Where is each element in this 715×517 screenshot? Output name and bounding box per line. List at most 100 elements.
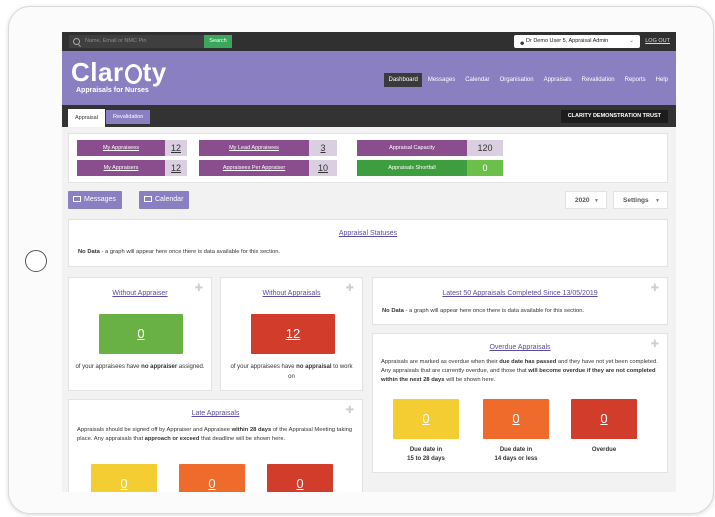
chevron-down-icon: ▼ bbox=[655, 198, 660, 204]
no-data-bold: No Data bbox=[382, 308, 404, 314]
stat-my-lead-appraisees[interactable]: My Lead Appraisees 3 bbox=[199, 140, 337, 156]
nav-help[interactable]: Help bbox=[652, 73, 672, 87]
move-icon[interactable]: ✚ bbox=[195, 284, 203, 294]
settings-select[interactable]: Settings ▼ bbox=[613, 191, 668, 209]
nav-messages[interactable]: Messages bbox=[424, 73, 459, 87]
nav-appraisals[interactable]: Appraisals bbox=[540, 73, 576, 87]
nav-dashboard[interactable]: Dashboard bbox=[384, 73, 422, 87]
latest-appraisals-title[interactable]: Latest 50 Appraisals Completed Since 13/… bbox=[373, 290, 667, 297]
year-select[interactable]: 2020 ▼ bbox=[565, 191, 607, 209]
latest-appraisals-card: Latest 50 Appraisals Completed Since 13/… bbox=[372, 277, 668, 325]
chevron-down-icon: ⌄ bbox=[628, 38, 634, 44]
without-appraiser-desc: of your appraisees have no appraiser ass… bbox=[75, 362, 205, 372]
stat-value: 12 bbox=[165, 160, 187, 176]
logo-tagline: Appraisals for Nurses bbox=[76, 87, 149, 94]
stat-my-appraisers[interactable]: My Appraisers 12 bbox=[77, 160, 187, 176]
no-data-bold: No Data bbox=[78, 249, 100, 255]
due-14-label: Due date in 14 days or less bbox=[473, 446, 559, 464]
without-appraiser-card: Without Appraiser ✚ 0 of your appraisees… bbox=[68, 277, 212, 391]
nav-calendar[interactable]: Calendar bbox=[461, 73, 493, 87]
logo-person-icon bbox=[124, 64, 142, 84]
tab-appraisal[interactable]: Appraisal bbox=[68, 109, 105, 127]
desc-text: Appraisals should be signed off by Appra… bbox=[77, 427, 232, 433]
late-appraisals-title[interactable]: Late Appraisals bbox=[69, 410, 362, 417]
desc-bold: no appraiser bbox=[141, 364, 178, 370]
no-data-text: - a graph will appear here once there is… bbox=[99, 249, 281, 255]
due-14-count[interactable]: 0 bbox=[483, 399, 549, 439]
late-box-3[interactable]: 0 bbox=[267, 464, 333, 492]
without-appraiser-count[interactable]: 0 bbox=[99, 314, 183, 354]
search-placeholder: Name, Email or NMC Pin bbox=[85, 38, 147, 44]
stat-label: Appraisals Shortfall bbox=[357, 160, 467, 176]
nav-organisation[interactable]: Organisation bbox=[496, 73, 538, 87]
tab-revalidation[interactable]: Revalidation bbox=[106, 110, 151, 124]
without-appraisals-desc: of your appraisees have no appraisal to … bbox=[227, 362, 356, 382]
calendar-button-label: Calendar bbox=[155, 196, 184, 203]
stat-value: 3 bbox=[309, 140, 337, 156]
stat-value: 0 bbox=[467, 160, 503, 176]
due-15-28-count[interactable]: 0 bbox=[393, 399, 459, 439]
no-data-text: - a graph will appear here once there is… bbox=[403, 308, 585, 314]
statuses-no-data: No Data - a graph will appear here once … bbox=[78, 249, 280, 255]
desc-text: of your appraisees have bbox=[75, 364, 142, 370]
stat-my-appraisees[interactable]: My Appraisees 12 bbox=[77, 140, 187, 156]
box-label-line: Overdue bbox=[591, 447, 617, 453]
chevron-down-icon: ▼ bbox=[594, 198, 599, 204]
overdue-appraisals-card: Overdue Appraisals ✚ Appraisals are mark… bbox=[372, 333, 668, 473]
stat-label: My Lead Appraisees bbox=[199, 140, 309, 156]
overdue-description: Appraisals are marked as overdue when th… bbox=[381, 358, 659, 385]
main-nav: Dashboard Messages Calendar Organisation… bbox=[384, 73, 672, 87]
box-label-line: Due date in bbox=[409, 447, 443, 453]
desc-text: will be shown here. bbox=[444, 377, 496, 383]
search-input[interactable]: Name, Email or NMC Pin bbox=[69, 35, 204, 48]
move-icon[interactable]: ✚ bbox=[651, 284, 659, 294]
move-icon[interactable]: ✚ bbox=[651, 340, 659, 350]
desc-text: that deadline will be shown here. bbox=[199, 436, 286, 442]
logout-link[interactable]: LOG OUT bbox=[645, 35, 670, 48]
without-appraiser-title[interactable]: Without Appraiser bbox=[69, 290, 211, 297]
app-screen: Name, Email or NMC Pin Search ☻ Dr Demo … bbox=[62, 32, 676, 492]
messages-button[interactable]: Messages bbox=[68, 191, 122, 209]
move-icon[interactable]: ✚ bbox=[346, 406, 354, 416]
tablet-home-button[interactable] bbox=[25, 250, 47, 272]
without-appraisals-count[interactable]: 12 bbox=[251, 314, 335, 354]
settings-label: Settings bbox=[623, 197, 649, 204]
appraisal-statuses-title[interactable]: Appraisal Statuses bbox=[69, 230, 667, 237]
calendar-button[interactable]: Calendar bbox=[139, 191, 190, 209]
header: Clar ty Appraisals for Nurses Dashboard M… bbox=[62, 51, 676, 105]
search-button[interactable]: Search bbox=[204, 35, 232, 48]
calendar-icon bbox=[144, 196, 152, 202]
nav-reports[interactable]: Reports bbox=[621, 73, 650, 87]
envelope-icon bbox=[73, 196, 81, 202]
without-appraisals-card: Without Appraisals ✚ 12 of your appraise… bbox=[220, 277, 363, 391]
clarity-logo[interactable]: Clar ty bbox=[71, 59, 167, 85]
search-icon bbox=[73, 38, 80, 45]
user-icon: ☻ bbox=[519, 41, 526, 47]
overdue-appraisals-title[interactable]: Overdue Appraisals bbox=[373, 344, 667, 351]
stat-label: Appraisal Capacity bbox=[357, 140, 467, 156]
box-label-line: 14 days or less bbox=[494, 456, 538, 462]
stat-appraisal-capacity: Appraisal Capacity 120 bbox=[357, 140, 503, 156]
nav-revalidation[interactable]: Revalidation bbox=[578, 73, 619, 87]
box-label-line: 15 to 28 days bbox=[407, 456, 445, 462]
desc-text: assigned. bbox=[177, 364, 205, 370]
move-icon[interactable]: ✚ bbox=[346, 284, 354, 294]
appraisal-statuses-card: Appraisal Statuses No Data - a graph wil… bbox=[68, 219, 668, 267]
user-label: Dr Demo User 5, Appraisal Admin bbox=[526, 38, 609, 44]
desc-text: Appraisals are marked as overdue when th… bbox=[381, 359, 500, 365]
overdue-count[interactable]: 0 bbox=[571, 399, 637, 439]
late-box-2[interactable]: 0 bbox=[179, 464, 245, 492]
desc-bold: approach or exceed bbox=[144, 436, 200, 442]
messages-button-label: Messages bbox=[84, 196, 116, 203]
stat-label: My Appraisees bbox=[77, 140, 165, 156]
stat-appraisees-per-appraiser[interactable]: Appraisees Per Appraiser 10 bbox=[199, 160, 337, 176]
trust-badge: CLARITY DEMONSTRATION TRUST bbox=[560, 110, 668, 123]
late-box-1[interactable]: 0 bbox=[91, 464, 157, 492]
user-dropdown[interactable]: ☻ Dr Demo User 5, Appraisal Admin ⌄ bbox=[514, 35, 640, 48]
desc-bold: within 28 days bbox=[231, 427, 272, 433]
stat-value: 12 bbox=[165, 140, 187, 156]
top-bar: Name, Email or NMC Pin Search ☻ Dr Demo … bbox=[62, 32, 676, 51]
without-appraisals-title[interactable]: Without Appraisals bbox=[221, 290, 362, 297]
tab-bar: Appraisal Revalidation CLARITY DEMONSTRA… bbox=[62, 105, 676, 127]
logo-text-start: Clar bbox=[71, 57, 124, 87]
